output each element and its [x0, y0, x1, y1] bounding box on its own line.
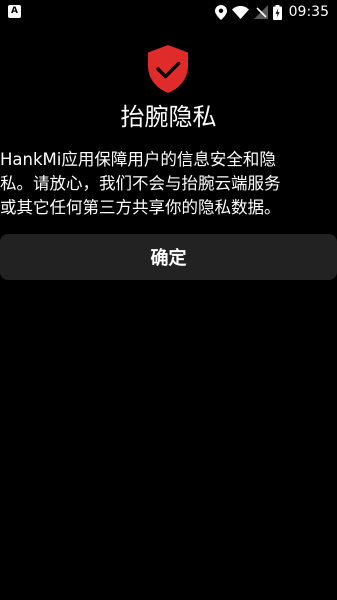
app-notification-letter: A	[11, 6, 18, 16]
wifi-icon	[231, 5, 249, 19]
shield-check-icon	[148, 45, 188, 93]
app-notification-icon: A	[8, 5, 21, 18]
confirm-button[interactable]: 确定	[0, 234, 337, 280]
battery-charging-icon	[272, 4, 282, 20]
privacy-description: HankMi应用保障用户的信息安全和隐 私。请放心，我们不会与抬腕云端服务 或其…	[0, 150, 281, 217]
status-time: 09:35	[288, 4, 329, 20]
dialog-title: 抬腕隐私	[120, 103, 217, 131]
signal-off-icon	[253, 5, 268, 19]
location-icon	[214, 4, 227, 20]
status-icons: 09:35	[214, 3, 329, 21]
status-bar: A 09:35	[0, 0, 337, 24]
